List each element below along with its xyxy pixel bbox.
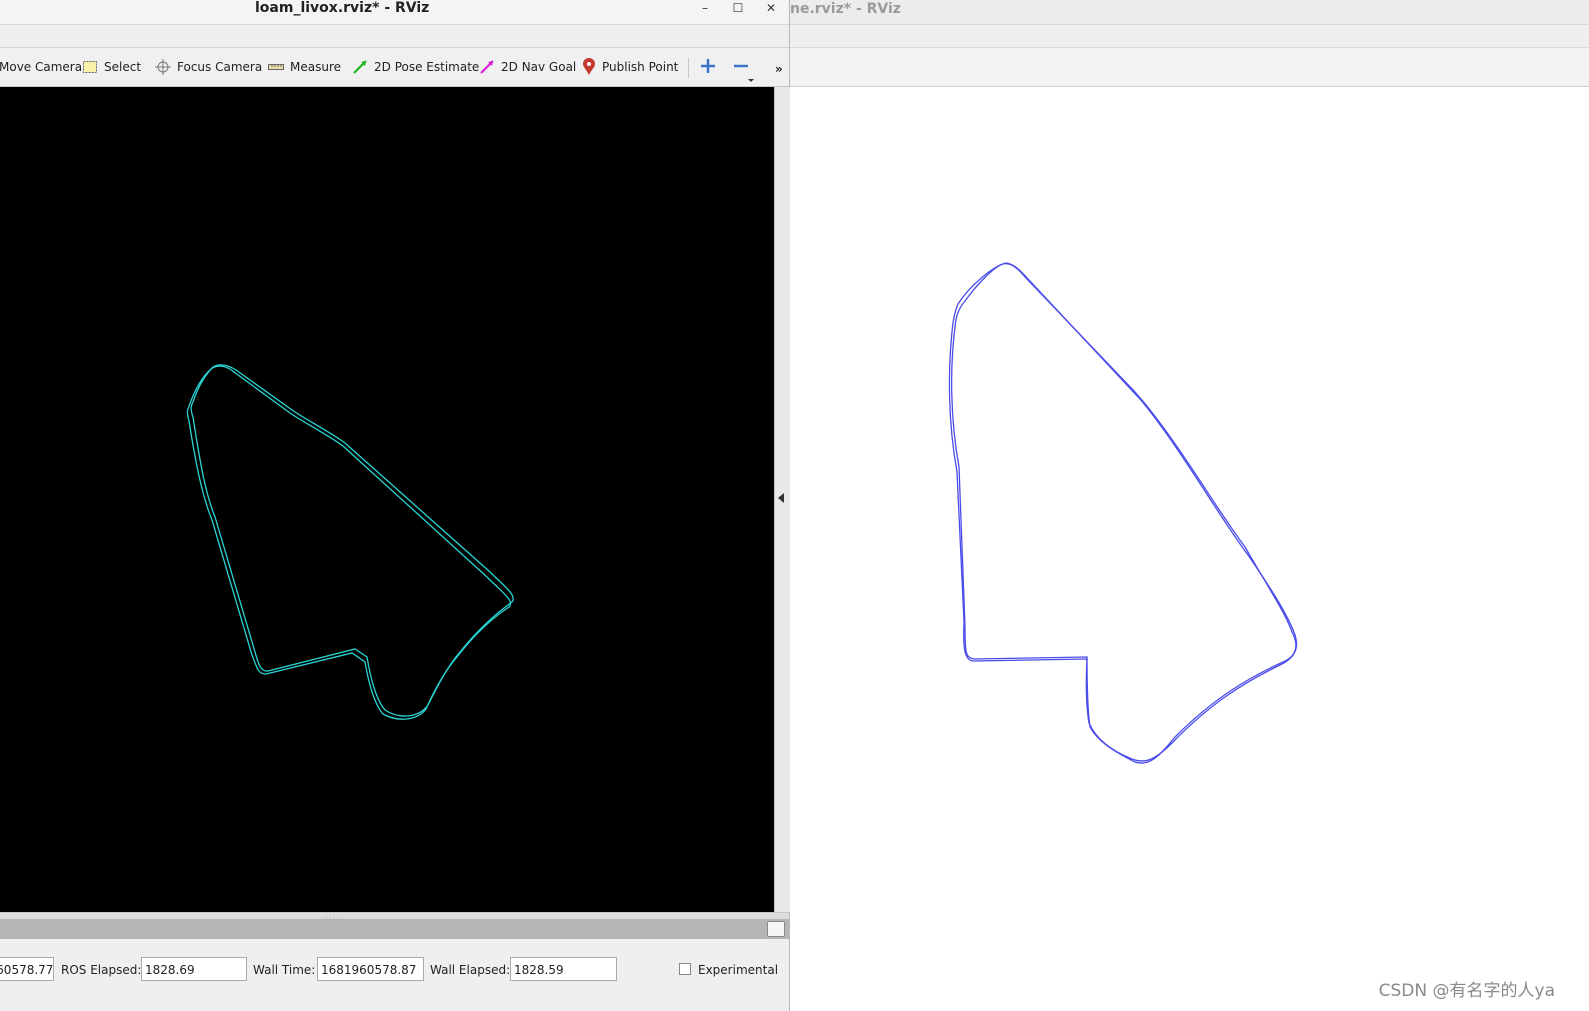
background-title-bar: ne.rviz* - RViz <box>790 0 1589 25</box>
ros-elapsed-label: ROS Elapsed: <box>61 963 142 977</box>
side-panel-collapse-strip[interactable] <box>774 87 790 912</box>
background-trajectory-view[interactable] <box>790 87 1589 1011</box>
rviz-window-background: ne.rviz* - RViz CSDN @有名字的人ya <box>790 0 1589 1011</box>
toolbar-overflow-button[interactable]: » <box>775 58 783 80</box>
maximize-button[interactable]: ☐ <box>727 0 749 22</box>
focus-camera-tool[interactable]: Focus Camera <box>155 56 262 78</box>
pose-estimate-tool[interactable]: 2D Pose Estimate <box>352 56 479 78</box>
menu-bar <box>0 25 789 48</box>
collapsed-panel-bar <box>0 919 789 939</box>
trajectory-loop-blue <box>948 262 1298 764</box>
trajectory-path-2 <box>948 262 1298 762</box>
viewport-background <box>0 87 774 912</box>
tool-bar: Move Camera Select Focus Camera Measure … <box>0 48 789 87</box>
measure-label: Measure <box>290 60 341 74</box>
nav-goal-tool[interactable]: 2D Nav Goal <box>479 56 576 78</box>
toolbar-separator <box>688 58 689 78</box>
remove-tool-icon[interactable] <box>731 56 755 82</box>
ros-elapsed-field[interactable]: 1828.69 <box>141 957 247 981</box>
ros-time-field[interactable]: 1681960578.77 <box>0 957 54 981</box>
watermark-text: CSDN @有名字的人ya <box>1378 981 1555 1001</box>
move-camera-tool[interactable]: Move Camera <box>0 56 82 78</box>
experimental-label: Experimental <box>698 963 779 977</box>
panel-toggle-button[interactable] <box>767 921 785 937</box>
select-icon <box>83 61 97 73</box>
background-menu-bar <box>790 25 1589 48</box>
focus-camera-icon <box>155 59 171 75</box>
move-camera-label: Move Camera <box>0 60 83 74</box>
publish-point-tool[interactable]: Publish Point <box>582 56 678 78</box>
window-title: loam_livox.rviz* - RViz <box>255 0 430 16</box>
minimize-button[interactable]: – <box>694 0 716 22</box>
experimental-checkbox[interactable] <box>679 963 691 975</box>
add-tool-icon[interactable] <box>698 56 718 76</box>
pose-estimate-icon <box>353 60 367 74</box>
nav-goal-icon <box>480 60 494 74</box>
nav-goal-label: 2D Nav Goal <box>501 60 577 74</box>
3d-render-viewport[interactable] <box>0 87 774 912</box>
background-window-title: ne.rviz* - RViz <box>790 1 901 17</box>
close-button[interactable]: ✕ <box>760 0 782 22</box>
select-tool[interactable]: Select <box>82 56 141 78</box>
pose-estimate-label: 2D Pose Estimate <box>374 60 480 74</box>
wall-elapsed-field[interactable]: 1828.59 <box>510 957 617 981</box>
wall-time-label: Wall Time: <box>253 963 316 977</box>
collapse-arrow-icon[interactable] <box>778 493 784 503</box>
rviz-window-main: loam_livox.rviz* - RViz – ☐ ✕ Move Camer… <box>0 0 790 1011</box>
background-toolbar <box>790 48 1589 87</box>
measure-tool[interactable]: Measure <box>268 56 341 78</box>
wall-time-field[interactable]: 1681960578.87 <box>317 957 424 981</box>
focus-camera-label: Focus Camera <box>177 60 263 74</box>
select-label: Select <box>104 60 142 74</box>
title-bar: loam_livox.rviz* - RViz – ☐ ✕ <box>0 0 789 25</box>
wall-elapsed-label: Wall Elapsed: <box>430 963 511 977</box>
measure-icon <box>268 64 284 70</box>
publish-point-label: Publish Point <box>602 60 679 74</box>
trajectory-path-1 <box>950 262 1297 764</box>
map-pin-icon <box>583 58 595 75</box>
